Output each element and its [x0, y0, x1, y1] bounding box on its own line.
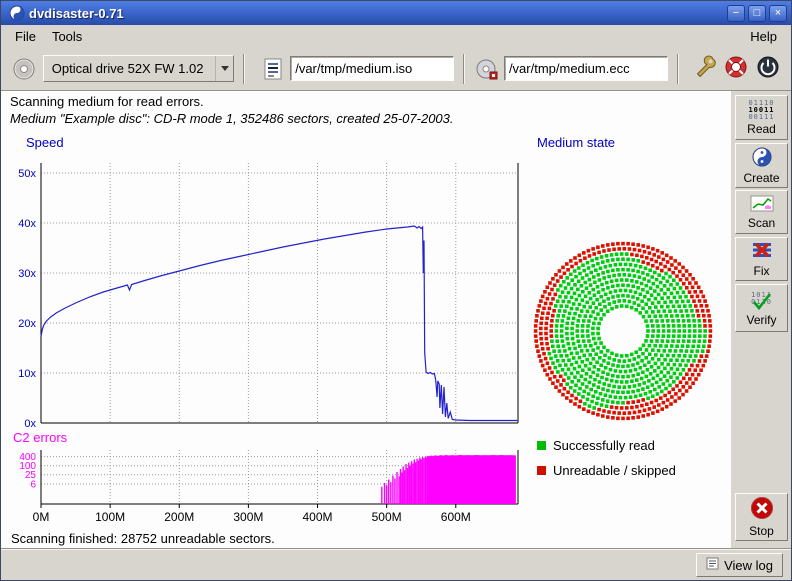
help-button[interactable] — [722, 54, 752, 84]
menu-tools[interactable]: Tools — [44, 27, 90, 46]
stop-icon — [750, 496, 774, 523]
ecc-path-field[interactable] — [504, 56, 668, 81]
green-swatch-icon — [537, 441, 546, 450]
svg-text:100M: 100M — [95, 510, 125, 524]
maximize-button[interactable]: □ — [748, 5, 766, 22]
verify-check-icon: 1011 0110 — [749, 290, 775, 312]
view-log-label: View log — [724, 558, 773, 573]
fix-puzzle-icon — [752, 240, 772, 263]
svg-text:30x: 30x — [18, 268, 36, 280]
minimize-button[interactable]: − — [727, 5, 745, 22]
action-sidebar: 01110 10011 00111 Read Create — [731, 91, 792, 550]
titlebar: dvdisaster-0.71 − □ × — [1, 1, 791, 25]
read-button-label: Read — [747, 122, 776, 136]
toolbar-separator — [243, 54, 245, 84]
toolbar-separator — [463, 54, 465, 84]
iso-path-field[interactable] — [290, 56, 454, 81]
ecc-file-icon — [474, 56, 500, 82]
view-log-button[interactable]: View log — [696, 553, 783, 577]
speed-chart: 0x 10x 20x 30x 40x 50x — [9, 149, 529, 439]
iso-image-icon — [260, 56, 286, 82]
toolbar: Optical drive 52X FW 1.02 — [1, 47, 791, 91]
medium-state-disc — [521, 226, 725, 430]
svg-text:400M: 400M — [303, 510, 333, 524]
drive-selector[interactable]: Optical drive 52X FW 1.02 — [43, 55, 235, 82]
speed-chart-title: Speed — [26, 135, 64, 150]
svg-text:10x: 10x — [18, 368, 36, 380]
svg-text:40x: 40x — [18, 218, 36, 230]
stop-button[interactable]: Stop — [735, 493, 788, 541]
status-line: Scanning medium for read errors. — [10, 94, 204, 109]
c2-errors-chart: 6251004000M100M200M300M400M500M600M — [9, 444, 529, 526]
fix-button[interactable]: Fix — [735, 237, 788, 281]
main-panel: Scanning medium for read errors. Medium … — [1, 91, 731, 550]
lifebuoy-icon — [724, 55, 748, 82]
yin-yang-icon — [752, 147, 772, 170]
drive-icon — [11, 56, 37, 82]
preferences-button[interactable] — [690, 54, 720, 84]
scan-button[interactable]: Scan — [735, 190, 788, 234]
svg-text:50x: 50x — [18, 168, 36, 180]
read-button[interactable]: 01110 10011 00111 Read — [735, 95, 788, 140]
window-title: dvdisaster-0.71 — [29, 6, 724, 21]
svg-text:500M: 500M — [372, 510, 402, 524]
legend-label: Unreadable / skipped — [553, 463, 676, 478]
verify-button-label: Verify — [746, 313, 776, 327]
chevron-down-icon[interactable] — [215, 56, 233, 81]
menu-help[interactable]: Help — [742, 27, 785, 46]
log-icon — [706, 557, 719, 573]
medium-info-line: Medium "Example disc": CD-R mode 1, 3524… — [10, 111, 454, 126]
drive-selector-value: Optical drive 52X FW 1.02 — [52, 61, 216, 76]
legend-label: Successfully read — [553, 438, 655, 453]
svg-text:300M: 300M — [233, 510, 263, 524]
svg-text:20x: 20x — [18, 318, 36, 330]
svg-text:0x: 0x — [24, 418, 36, 430]
wrench-icon — [692, 54, 718, 83]
stop-button-label: Stop — [749, 524, 774, 538]
menubar: File Tools Help — [1, 25, 791, 47]
menu-file[interactable]: File — [7, 27, 44, 46]
quit-button[interactable] — [753, 54, 783, 84]
create-button-label: Create — [743, 171, 779, 185]
fix-button-label: Fix — [754, 264, 770, 278]
svg-text:400: 400 — [19, 452, 36, 463]
legend-item-read: Successfully read — [537, 438, 655, 453]
verify-button[interactable]: 1011 0110 Verify — [735, 284, 788, 332]
scan-chart-icon — [750, 195, 774, 215]
app-icon — [9, 5, 25, 21]
svg-text:200M: 200M — [164, 510, 194, 524]
red-swatch-icon — [537, 466, 546, 475]
scan-result-line: Scanning finished: 28752 unreadable sect… — [11, 531, 275, 546]
power-icon — [756, 55, 780, 82]
binary-read-icon: 01110 10011 00111 — [748, 100, 774, 121]
scan-button-label: Scan — [748, 216, 775, 230]
legend-item-unreadable: Unreadable / skipped — [537, 463, 676, 478]
svg-text:0M: 0M — [33, 510, 50, 524]
svg-text:600M: 600M — [441, 510, 471, 524]
create-button[interactable]: Create — [735, 143, 788, 188]
dvdisaster-window: dvdisaster-0.71 − □ × File Tools Help Op… — [0, 0, 792, 581]
toolbar-separator — [677, 54, 679, 84]
statusbar: View log — [1, 548, 791, 580]
medium-state-title: Medium state — [537, 135, 615, 150]
close-button[interactable]: × — [769, 5, 787, 22]
